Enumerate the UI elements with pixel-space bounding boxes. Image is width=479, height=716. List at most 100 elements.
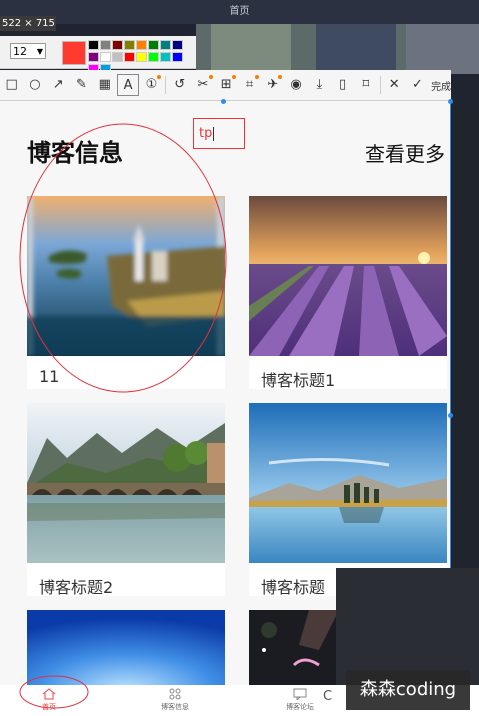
color-palette [88,40,192,74]
blog-card[interactable]: 博客标题2 [27,403,225,596]
color-swatch[interactable] [160,52,171,62]
nav-item-blog-forum[interactable]: 博客论坛 [283,688,317,712]
close-icon: ✕ [388,77,400,92]
record-icon: ◉ [290,77,302,92]
grid-icon [169,688,181,700]
undo-tool[interactable]: ↺ [169,74,190,96]
blog-card[interactable] [27,610,225,685]
nav-item-label: 首页 [42,703,56,711]
done-tool[interactable]: ✓ [407,74,428,96]
badge-dot [255,75,260,79]
badge-dot [231,75,236,79]
blog-card-image [27,403,225,563]
ellipse-tool[interactable]: ○ [24,74,45,96]
blog-card-title: 11 [39,367,60,386]
font-size-value: 12 [13,45,27,58]
mosaic-icon: ▦ [98,77,111,92]
color-swatch[interactable] [112,40,123,50]
rectangle-tool[interactable]: □ [1,74,22,96]
toolbar-separator [379,76,381,94]
window-title: 首页 [229,6,250,17]
window-title-bar: 首页 [0,0,479,24]
pencil-tool[interactable]: ✎ [71,74,92,96]
text-caret [213,126,215,141]
nav-item-label: 博客信息 [161,703,189,711]
annotation-toolbar: □ ○ ↗ ✎ ▦ A ① ↺ ✂ ⊞ ⌗ ✈ ◉ ⤓ ▯ ⌑ ✕ ✓ 完成 [0,70,451,101]
color-swatch[interactable] [112,52,123,62]
close-tool[interactable]: ✕ [384,74,405,96]
style-toolbar: 12 ▼ [0,36,196,74]
phone-tool[interactable]: ▯ [332,74,353,96]
ellipse-icon: ○ [29,77,41,92]
scissors-tool[interactable]: ✂ [192,74,213,96]
record-tool[interactable]: ◉ [285,74,306,96]
blog-card-image [27,610,225,685]
badge-dot [278,75,283,79]
crop-tool[interactable]: ⌗ [239,74,260,96]
toolbar-separator [165,76,166,94]
blog-card-title: 博客标题 [261,578,326,596]
download-tool[interactable]: ⤓ [309,74,330,96]
background-blur [196,24,479,74]
ocr-tool[interactable]: ⊞ [216,74,237,96]
color-swatch[interactable] [136,40,147,50]
finish-button-label[interactable]: 完成 [431,78,451,93]
mosaic-tool[interactable]: ▦ [94,74,115,96]
done-icon: ✓ [411,77,423,92]
color-swatch[interactable] [136,52,147,62]
nav-item-blog-info[interactable]: 博客信息 [158,688,192,712]
resize-handle[interactable] [221,99,226,104]
badge-dot [157,75,162,79]
capture-dimensions: 522 × 715 [0,16,56,31]
current-color-swatch[interactable] [62,41,86,65]
blog-card[interactable]: 博客标题1 [249,196,447,389]
color-swatch[interactable] [124,52,135,62]
color-swatch[interactable] [88,40,99,50]
resize-handle[interactable] [448,99,453,104]
pencil-icon: ✎ [76,77,87,92]
color-swatch[interactable] [100,52,111,62]
pin-tool[interactable]: ✈ [262,74,283,96]
ocr-icon: ⊞ [220,77,232,92]
text-tool[interactable]: A [117,74,139,96]
pin-icon: ✈ [267,77,279,92]
color-swatch[interactable] [172,40,183,50]
color-swatch[interactable] [148,52,159,62]
rectangle-icon: □ [5,77,18,92]
color-swatch[interactable] [148,40,159,50]
number-icon: ① [145,77,158,92]
color-swatch[interactable] [124,40,135,50]
resize-handle[interactable] [448,413,453,418]
crop-icon: ⌗ [245,77,254,92]
chat-icon [293,688,307,700]
nav-item-home[interactable]: 首页 [38,688,60,712]
blog-card-image [249,403,447,563]
text-annotation-value: tp [199,126,213,141]
blog-card-image [249,196,447,356]
chevron-down-icon: ▼ [36,47,43,56]
color-swatch[interactable] [172,52,183,62]
blog-card-image [27,196,225,356]
scissors-icon: ✂ [197,77,209,92]
blurred-region [336,568,479,685]
color-swatch[interactable] [100,40,111,50]
partial-label: C [323,689,333,704]
font-size-select[interactable]: 12 ▼ [10,43,46,59]
blog-card-title: 博客标题1 [261,371,336,389]
color-swatch[interactable] [160,40,171,50]
number-tool[interactable]: ① [141,74,162,96]
blog-card[interactable]: 11 [27,196,225,389]
arrow-tool[interactable]: ↗ [48,74,69,96]
text-annotation-input[interactable]: tp [193,118,245,149]
text-icon: A [123,78,133,93]
badge-dot [208,75,213,79]
watermark-label: 森森coding [346,670,470,710]
undo-icon: ↺ [174,77,186,92]
see-more-link[interactable]: 查看更多 [365,138,445,167]
blog-card-title: 博客标题2 [39,578,114,596]
bookmark-tool[interactable]: ⌑ [355,74,376,96]
home-icon [42,688,56,700]
phone-icon: ▯ [339,77,347,92]
download-icon: ⤓ [316,77,323,92]
color-swatch[interactable] [88,52,99,62]
